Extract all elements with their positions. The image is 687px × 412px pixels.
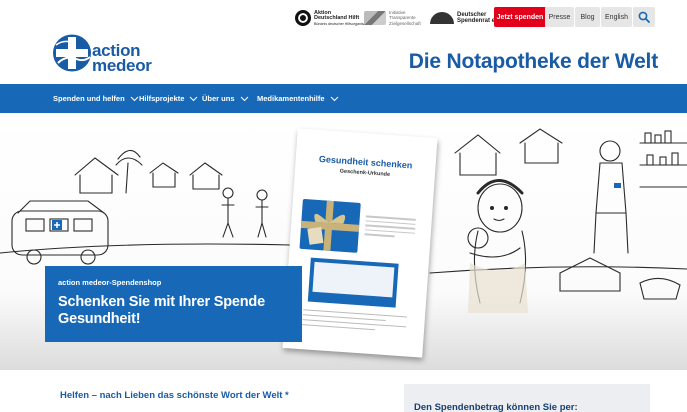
gift-ribbon-icon <box>300 200 360 251</box>
nav-item-label: Spenden und helfen <box>53 94 125 103</box>
nav-item-ueber-uns[interactable]: Über uns <box>202 84 249 113</box>
top-utility-bar: Aktion Deutschland Hilft Bündnis deutsch… <box>0 7 687 29</box>
certificate-photo <box>307 257 399 308</box>
partner-logo-deutscher-spendenrat[interactable]: Deutscher Spendenrat e.V. <box>430 9 502 27</box>
language-switch-english[interactable]: English <box>601 7 632 27</box>
donation-methods-box: Den Spendenbetrag können Sie per: <box>404 384 650 412</box>
chevron-down-icon <box>130 96 139 101</box>
search-button[interactable] <box>633 7 655 27</box>
nav-item-medikamentenhilfe[interactable]: Medikamentenhilfe <box>257 84 339 113</box>
nav-item-hilfsprojekte[interactable]: Hilfsprojekte <box>139 84 198 113</box>
hero-banner[interactable]: Gesundheit schenken Geschenk-Urkunde act… <box>0 113 687 370</box>
certificate-footer <box>302 309 407 336</box>
logo-word-medeor: medeor <box>92 56 152 75</box>
intro-heading: Helfen – nach Lieben das schönste Wort d… <box>60 390 289 401</box>
transparency-initiative-icon <box>364 11 386 25</box>
certificate-body-text <box>364 215 416 241</box>
blog-link[interactable]: Blog <box>575 7 600 27</box>
spendenrat-icon <box>430 12 454 24</box>
chevron-down-icon <box>240 96 248 101</box>
promo-kicker: action medeor-Spendenshop <box>58 278 162 287</box>
chevron-down-icon <box>330 96 338 101</box>
nav-item-label: Hilfsprojekte <box>139 94 185 103</box>
nav-item-label: Medikamentenhilfe <box>257 94 325 103</box>
nav-item-spenden-und-helfen[interactable]: Spenden und helfen <box>53 84 139 113</box>
spendenshop-promo-box[interactable]: action medeor-Spendenshop Schenken Sie m… <box>45 266 302 342</box>
press-link[interactable]: Presse <box>545 7 574 27</box>
donate-now-button[interactable]: Jetzt spenden <box>494 7 546 27</box>
nav-item-label: Über uns <box>202 94 235 103</box>
aktion-deutschland-hilft-icon <box>295 10 311 26</box>
gift-certificate-image: Gesundheit schenken Geschenk-Urkunde <box>282 128 438 358</box>
action-medeor-logo[interactable]: action medeor <box>52 31 152 77</box>
donation-methods-heading: Den Spendenbetrag können Sie per: <box>414 402 578 412</box>
partner-logo-transparente-zivilgesellschaft[interactable]: Initiative Transparente Zivilgesellschaf… <box>364 9 421 27</box>
partner-subtitle: Zivilgesellschaft <box>389 20 421 26</box>
main-navigation: Spenden und helfen Hilfsprojekte Über un… <box>0 84 687 113</box>
site-tagline: Die Notapotheke der Welt <box>408 50 658 73</box>
promo-headline: Schenken Sie mit Ihrer Spende Gesundheit… <box>58 294 265 327</box>
gift-card-graphic <box>299 198 361 253</box>
search-icon <box>638 11 650 23</box>
chevron-down-icon <box>190 96 198 101</box>
medeor-cross-icon <box>53 34 91 72</box>
